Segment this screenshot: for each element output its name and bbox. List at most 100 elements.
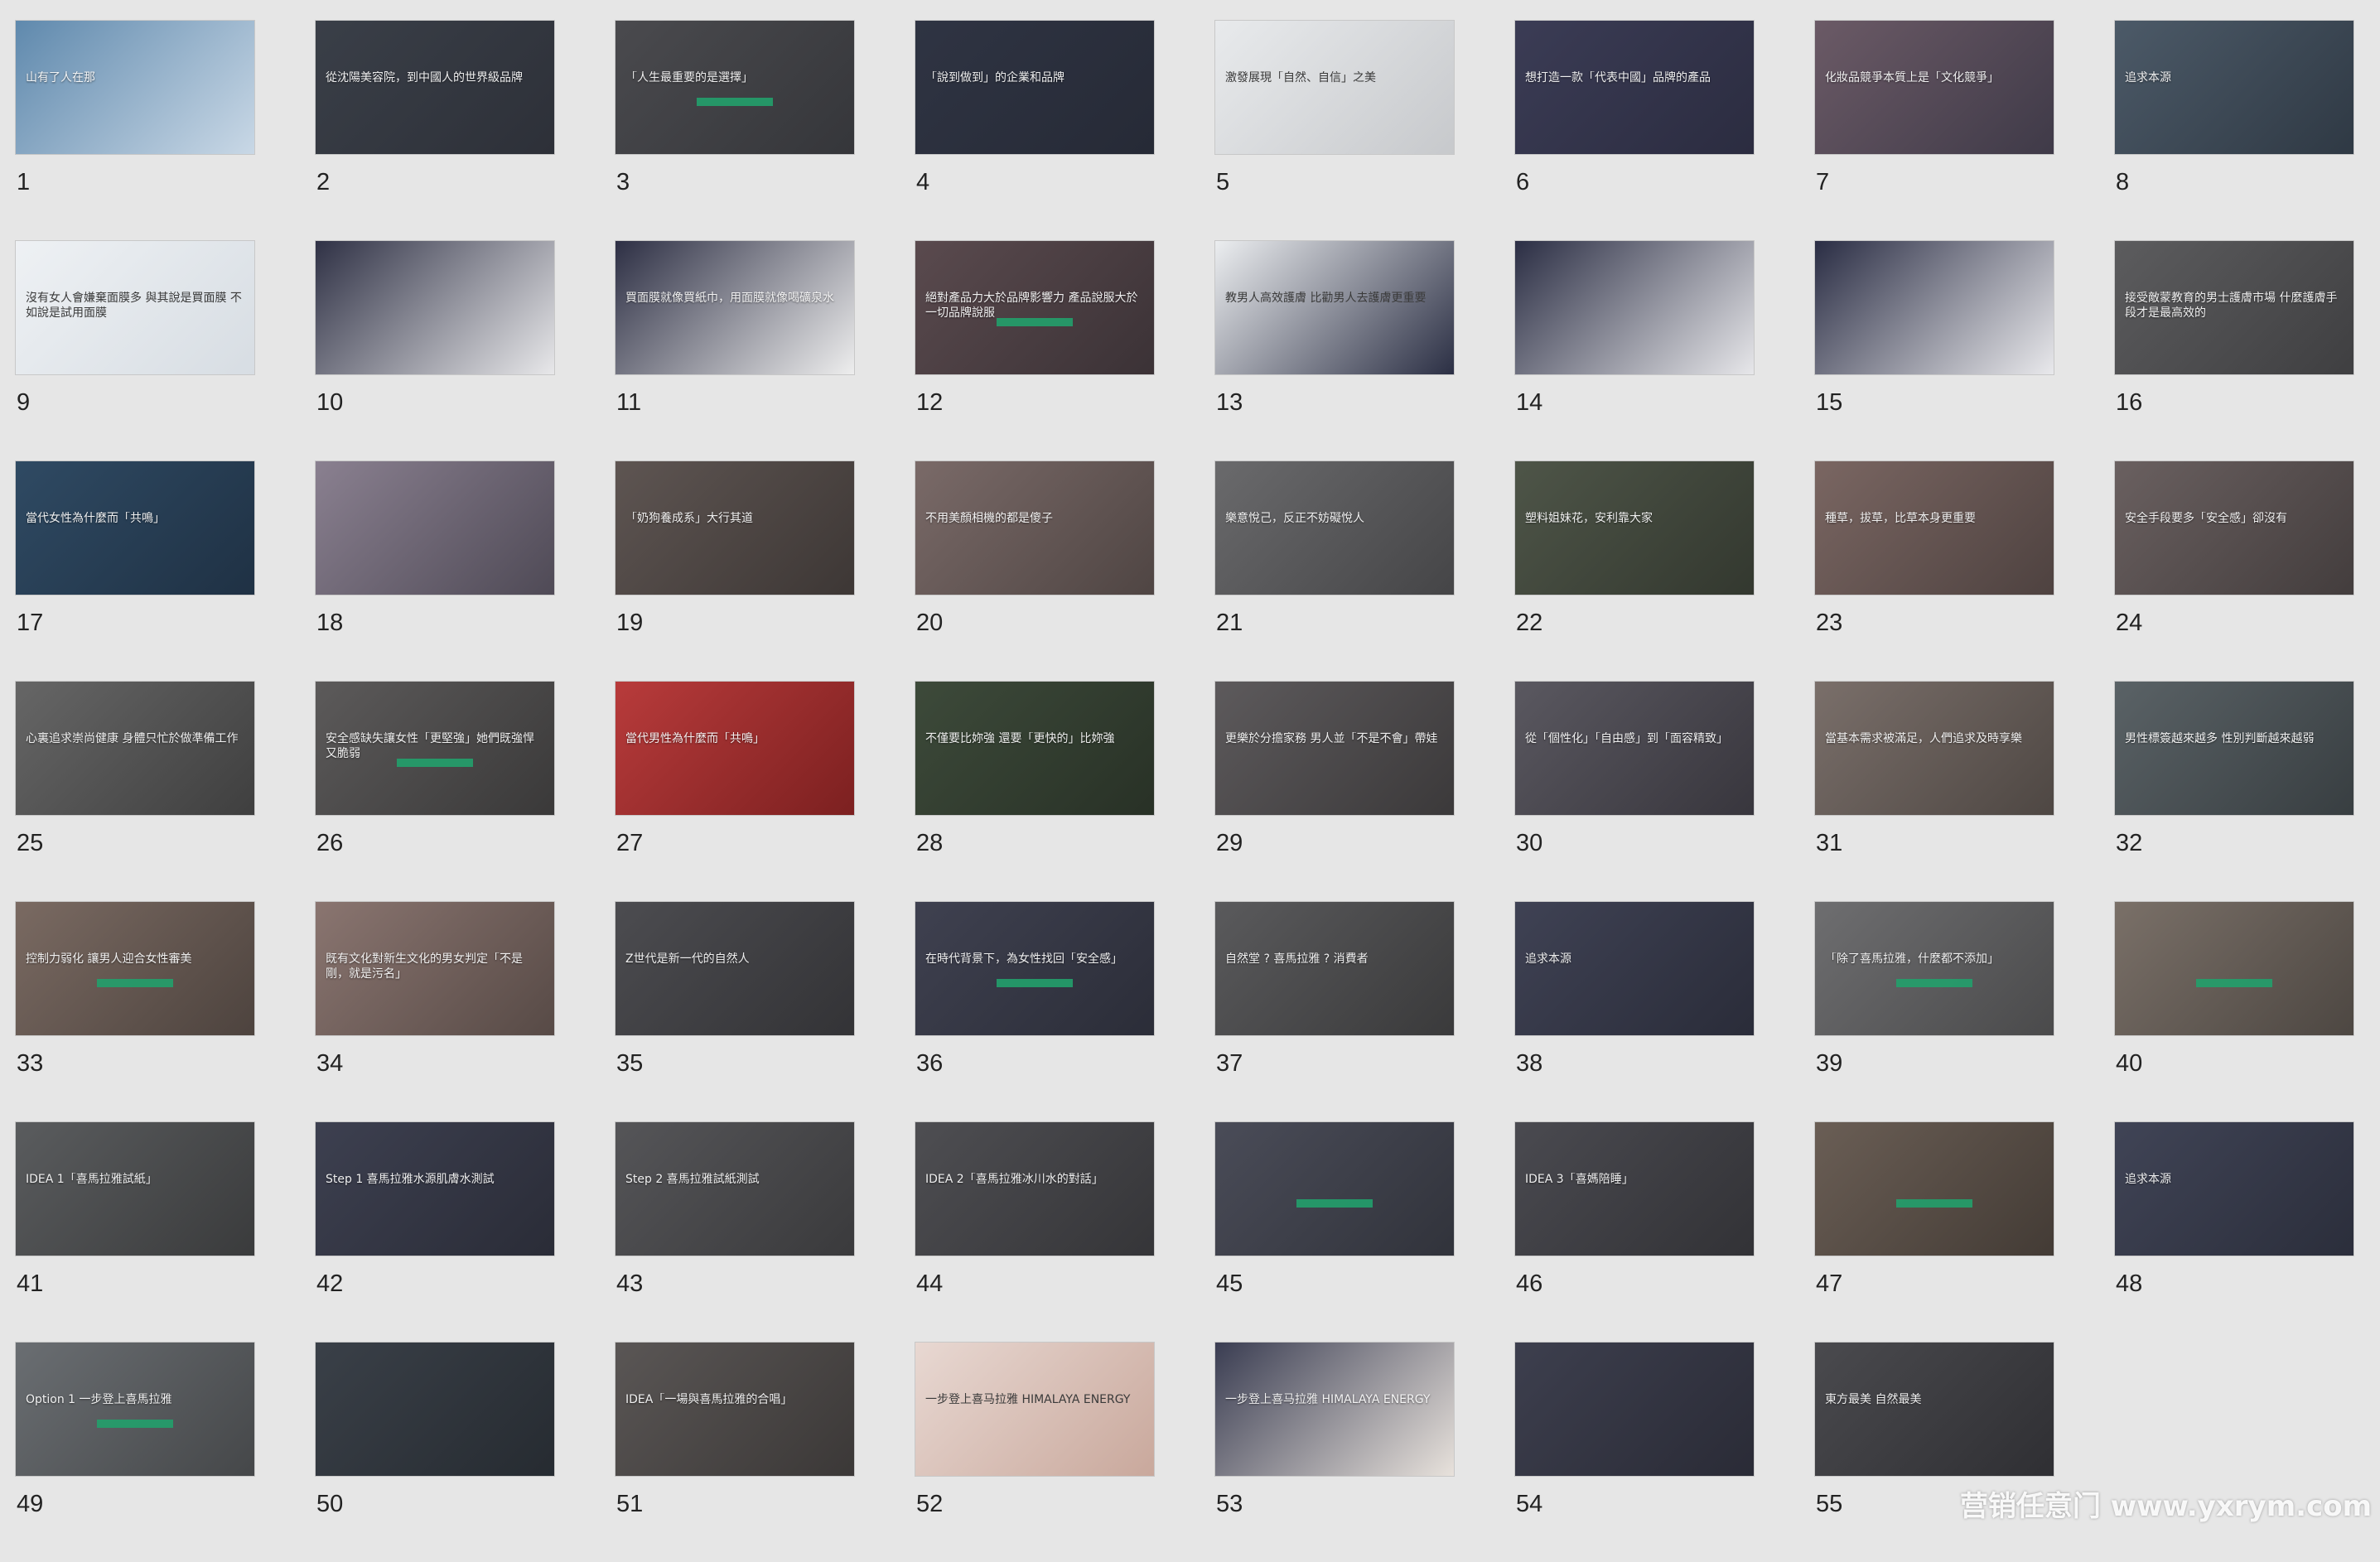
slide-thumbnail[interactable]: 從沈陽美容院，到中國人的世界級品牌 — [315, 20, 555, 155]
slide-title: 既有文化對新生文化的男女判定「不是剛，就是污名」 — [326, 952, 523, 981]
slide-title: IDEA 1「喜馬拉雅試紙」 — [26, 1173, 157, 1187]
slide-cell: 當基本需求被滿足，人們追求及時享樂 31 — [1814, 681, 2054, 901]
slide-thumbnail[interactable]: Option 1 一步登上喜馬拉雅 — [15, 1342, 255, 1477]
slide-thumbnail[interactable]: 自然堂 ? 喜馬拉雅 ? 消費者 — [1214, 901, 1455, 1036]
slide-thumbnail[interactable]: 一步登上喜马拉雅 HIMALAYA ENERGY — [915, 1342, 1155, 1477]
slide-thumbnail[interactable]: Step 1 喜馬拉雅水源肌膚水測試 — [315, 1121, 555, 1256]
slide-title: 控制力弱化 讓男人迎合女性審美 — [26, 952, 192, 967]
slide-thumbnail[interactable]: 塑料姐妹花，安利靠大家 — [1514, 460, 1755, 595]
slide-thumbnail[interactable]: 「除了喜馬拉雅，什麼都不添加」 — [1814, 901, 2054, 1036]
slide-thumbnail[interactable]: 「說到做到」的企業和品牌 — [915, 20, 1155, 155]
slide-thumbnail[interactable]: 控制力弱化 讓男人迎合女性審美 — [15, 901, 255, 1036]
slide-thumbnail[interactable]: 「奶狗養成系」大行其道 — [615, 460, 855, 595]
slide-number: 9 — [17, 389, 31, 416]
slide-thumbnail[interactable]: 在時代背景下，為女性找回「安全感」 — [915, 901, 1155, 1036]
slide-thumbnail[interactable]: 接受敵蒙教育的男士護膚市場 什麼護膚手段才是最高效的 — [2114, 240, 2354, 375]
slide-thumbnail[interactable] — [1814, 1121, 2054, 1256]
slide-title: Step 1 喜馬拉雅水源肌膚水測試 — [326, 1173, 495, 1187]
slide-thumbnail[interactable]: 買面膜就像買紙巾，用面膜就像喝礦泉水 — [615, 240, 855, 375]
slide-thumbnail[interactable]: 激發展現「自然、自信」之美 — [1214, 20, 1455, 155]
slide-thumbnail[interactable]: IDEA「一場與喜馬拉雅的合唱」 — [615, 1342, 855, 1477]
slide-thumbnail[interactable]: 當代男性為什麼而「共鳴」 — [615, 681, 855, 816]
slide-cell: 10 — [315, 240, 555, 460]
slide-title: 「除了喜馬拉雅，什麼都不添加」 — [1825, 952, 1999, 967]
slide-cell: 當代女性為什麼而「共鳴」 17 — [15, 460, 255, 681]
slide-title: 山有了人在那 — [26, 71, 95, 85]
slide-number: 42 — [316, 1270, 344, 1297]
slide-cell: IDEA 2「喜馬拉雅冰川水的對話」 44 — [915, 1121, 1155, 1342]
slide-thumbnail[interactable]: 「人生最重要的是選擇」 — [615, 20, 855, 155]
slide-thumbnail[interactable] — [1514, 1342, 1755, 1477]
slide-thumbnail[interactable] — [315, 460, 555, 595]
green-highlight-bar — [996, 979, 1074, 988]
slide-number: 12 — [916, 389, 944, 416]
slide-thumbnail[interactable] — [1214, 1121, 1455, 1256]
slide-thumbnail[interactable]: 樂意悅己，反正不妨礙悅人 — [1214, 460, 1455, 595]
slide-title: 在時代背景下，為女性找回「安全感」 — [925, 952, 1122, 967]
slide-thumbnail[interactable]: 追求本源 — [2114, 1121, 2354, 1256]
slide-cell: 接受敵蒙教育的男士護膚市場 什麼護膚手段才是最高效的 16 — [2114, 240, 2354, 460]
slide-thumbnail[interactable]: 心裏追求崇尚健康 身體只忙於做準備工作 — [15, 681, 255, 816]
slide-thumbnail[interactable]: 不用美顏相機的都是傻子 — [915, 460, 1155, 595]
slide-thumbnail[interactable]: 追求本源 — [2114, 20, 2354, 155]
slide-thumbnail[interactable]: 化妝品競爭本質上是「文化競爭」 — [1814, 20, 2054, 155]
slide-number: 35 — [616, 1050, 644, 1077]
slide-thumbnail[interactable]: 男性標簽越來越多 性別判斷越來越弱 — [2114, 681, 2354, 816]
slide-cell: 追求本源 38 — [1514, 901, 1755, 1121]
slide-title: 從「個性化」「自由感」到「面容精致」 — [1525, 732, 1728, 746]
slide-number: 22 — [1516, 610, 1543, 636]
slide-thumbnail[interactable]: 東方最美 自然最美 — [1814, 1342, 2054, 1477]
slide-number: 30 — [1516, 830, 1543, 856]
slide-cell: 14 — [1514, 240, 1755, 460]
slide-title: 絕對產品力大於品牌影響力 產品說服大於一切品牌說服 — [925, 292, 1138, 320]
slide-thumbnail[interactable]: 從「個性化」「自由感」到「面容精致」 — [1514, 681, 1755, 816]
slide-thumbnail[interactable]: Step 2 喜馬拉雅試紙測試 — [615, 1121, 855, 1256]
slide-thumbnail[interactable]: 絕對產品力大於品牌影響力 產品說服大於一切品牌說服 — [915, 240, 1155, 375]
slide-cell: 追求本源 48 — [2114, 1121, 2354, 1342]
slide-thumbnail[interactable]: 既有文化對新生文化的男女判定「不是剛，就是污名」 — [315, 901, 555, 1036]
slide-thumbnail[interactable]: 當代女性為什麼而「共鳴」 — [15, 460, 255, 595]
slide-thumbnail[interactable]: 追求本源 — [1514, 901, 1755, 1036]
slide-thumbnail[interactable] — [2114, 901, 2354, 1036]
slide-number: 33 — [17, 1050, 44, 1077]
slide-number: 20 — [916, 610, 944, 636]
slide-title: IDEA「一場與喜馬拉雅的合唱」 — [625, 1393, 793, 1407]
slide-cell: 從「個性化」「自由感」到「面容精致」 30 — [1514, 681, 1755, 901]
slide-thumbnail[interactable]: 更樂於分擔家務 男人並「不是不會」帶娃 — [1214, 681, 1455, 816]
slide-number: 39 — [1816, 1050, 1843, 1077]
slide-thumbnail[interactable]: 種草，拔草，比草本身更重要 — [1814, 460, 2054, 595]
slide-thumbnail[interactable]: 安全感缺失讓女性「更堅強」她們既強悍又脆弱 — [315, 681, 555, 816]
slide-number: 21 — [1216, 610, 1243, 636]
slide-cell: 男性標簽越來越多 性別判斷越來越弱 32 — [2114, 681, 2354, 901]
slide-thumbnail[interactable]: 山有了人在那 — [15, 20, 255, 155]
slide-thumbnail[interactable]: 安全手段要多「安全感」卻沒有 — [2114, 460, 2354, 595]
slide-thumbnail[interactable]: 想打造一款「代表中國」品牌的產品 — [1514, 20, 1755, 155]
slide-number: 10 — [316, 389, 344, 416]
slide-number: 26 — [316, 830, 344, 856]
slide-thumbnail[interactable]: 不僅要比妳強 還要「更快的」比妳強 — [915, 681, 1155, 816]
slide-thumbnail[interactable]: IDEA 1「喜馬拉雅試紙」 — [15, 1121, 255, 1256]
slide-number: 46 — [1516, 1270, 1543, 1297]
slide-number: 16 — [2116, 389, 2143, 416]
slide-thumbnail[interactable]: IDEA 3「喜媽陪睡」 — [1514, 1121, 1755, 1256]
slide-thumbnail[interactable]: 一步登上喜马拉雅 HIMALAYA ENERGY — [1214, 1342, 1455, 1477]
slide-thumbnail[interactable]: 沒有女人會嫌棄面膜多 與其說是買面膜 不如說是試用面膜 — [15, 240, 255, 375]
slide-thumbnail[interactable] — [315, 1342, 555, 1477]
slide-title: 想打造一款「代表中國」品牌的產品 — [1525, 71, 1711, 85]
slide-title: 當代女性為什麼而「共鳴」 — [26, 512, 165, 526]
watermark: 营销任意门 www.yxrym.com — [1959, 1490, 2372, 1523]
slide-number: 11 — [616, 389, 642, 416]
slide-thumbnail[interactable] — [1514, 240, 1755, 375]
slide-title: IDEA 3「喜媽陪睡」 — [1525, 1173, 1634, 1187]
slide-number: 4 — [916, 169, 930, 195]
slide-thumbnail[interactable]: IDEA 2「喜馬拉雅冰川水的對話」 — [915, 1121, 1155, 1256]
slide-cell: 一步登上喜马拉雅 HIMALAYA ENERGY 52 — [915, 1342, 1155, 1562]
slide-thumbnail[interactable]: 教男人高效護膚 比勸男人去護膚更重要 — [1214, 240, 1455, 375]
slide-number: 5 — [1216, 169, 1230, 195]
slide-thumbnail[interactable] — [315, 240, 555, 375]
slide-thumbnail[interactable]: 當基本需求被滿足，人們追求及時享樂 — [1814, 681, 2054, 816]
slide-title: 當基本需求被滿足，人們追求及時享樂 — [1825, 732, 2022, 746]
slide-cell: 自然堂 ? 喜馬拉雅 ? 消費者 37 — [1214, 901, 1455, 1121]
slide-thumbnail[interactable]: Z世代是新一代的自然人 — [615, 901, 855, 1036]
slide-thumbnail[interactable] — [1814, 240, 2054, 375]
